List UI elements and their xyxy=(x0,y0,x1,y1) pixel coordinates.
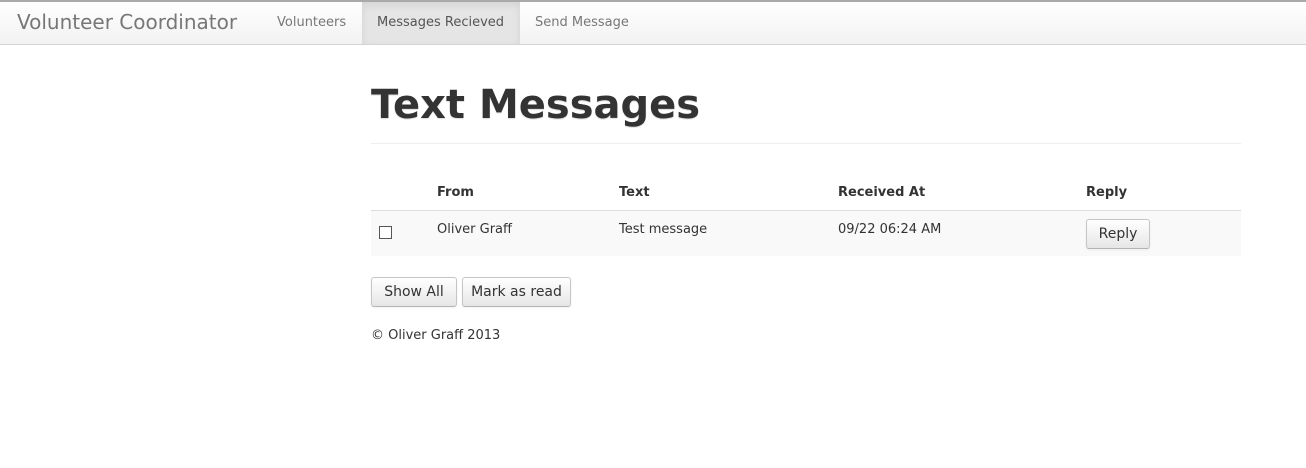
nav-item-messages-received[interactable]: Messages Recieved xyxy=(362,2,520,44)
app-brand[interactable]: Volunteer Coordinator xyxy=(17,10,237,34)
cell-received-at: 09/22 06:24 AM xyxy=(838,222,942,237)
footer-copyright: © Oliver Graff 2013 xyxy=(371,328,501,343)
title-divider xyxy=(371,143,1241,144)
page-title: Text Messages xyxy=(371,82,701,128)
column-header-from: From xyxy=(437,185,474,200)
nav-item-send-message[interactable]: Send Message xyxy=(520,2,646,44)
column-header-reply: Reply xyxy=(1086,185,1128,200)
row-select-checkbox[interactable] xyxy=(379,226,392,239)
cell-text: Test message xyxy=(619,222,708,237)
top-navbar: Volunteer Coordinator Volunteers Message… xyxy=(0,0,1306,45)
column-header-text: Text xyxy=(619,185,650,200)
cell-from: Oliver Graff xyxy=(437,222,512,237)
mark-as-read-button[interactable]: Mark as read xyxy=(462,277,571,307)
nav-item-volunteers[interactable]: Volunteers xyxy=(262,2,362,44)
column-header-received-at: Received At xyxy=(838,185,926,200)
reply-button[interactable]: Reply xyxy=(1086,219,1150,249)
show-all-button[interactable]: Show All xyxy=(371,277,457,307)
